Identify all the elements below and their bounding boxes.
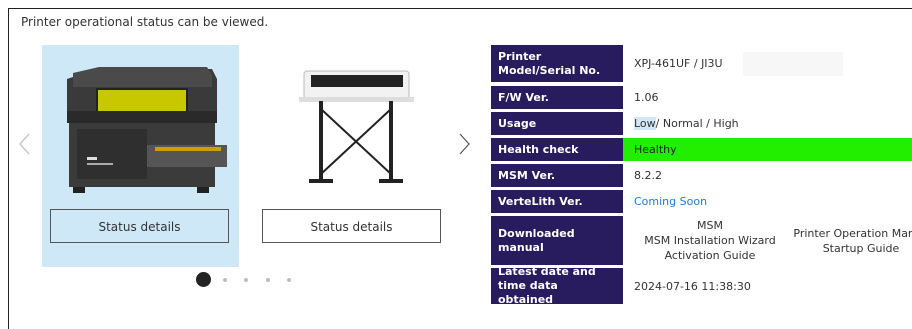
manual-label: Downloaded manual bbox=[491, 216, 623, 265]
chevron-right-icon bbox=[459, 133, 470, 155]
usage-rest: / Normal / High bbox=[655, 117, 739, 130]
page-dot-3[interactable] bbox=[244, 278, 248, 282]
page-dot-1[interactable] bbox=[196, 272, 211, 287]
usage-label: Usage bbox=[491, 112, 623, 135]
intro-text: Printer operational status can be viewed… bbox=[21, 15, 269, 29]
page-dot-4[interactable] bbox=[266, 278, 270, 282]
page-dot-2[interactable] bbox=[223, 278, 227, 282]
info-row-vertelith: VerteLith Ver. Coming Soon bbox=[491, 190, 912, 213]
status-details-button[interactable]: Status details bbox=[262, 209, 441, 243]
info-row-date: Latest date and time data obtained 2024-… bbox=[491, 265, 912, 306]
printer-card-2[interactable]: Status details bbox=[254, 45, 451, 267]
health-label: Health check bbox=[491, 138, 623, 161]
carousel-prev-button[interactable] bbox=[18, 133, 32, 155]
manual-column-1: MSM MSM Installation Wizard Activation G… bbox=[635, 218, 785, 263]
model-value: XPJ-461UF / JI3U bbox=[623, 45, 912, 82]
roll-printer-image bbox=[299, 70, 414, 183]
chevron-left-icon bbox=[19, 133, 30, 155]
manual-link[interactable]: MSM bbox=[697, 218, 723, 233]
coming-soon-link[interactable]: Coming Soon bbox=[634, 195, 707, 208]
fw-label: F/W Ver. bbox=[491, 86, 623, 109]
info-row-manual: Downloaded manual MSM MSM Installation W… bbox=[491, 216, 912, 265]
manual-link[interactable]: MSM Installation Wizard bbox=[644, 233, 775, 248]
model-serial-text: XPJ-461UF / JI3U bbox=[634, 57, 723, 70]
vertelith-label: VerteLith Ver. bbox=[491, 190, 623, 213]
info-row-usage: Usage Low / Normal / High bbox=[491, 112, 912, 135]
info-row-model: Printer Model/Serial No. XPJ-461UF / JI3… bbox=[491, 45, 912, 82]
manual-link[interactable]: Startup Guide bbox=[823, 241, 900, 256]
page-dot-5[interactable] bbox=[287, 278, 291, 282]
usage-value: Low / Normal / High bbox=[623, 112, 912, 135]
info-row-health: Health check Healthy bbox=[491, 138, 912, 161]
manual-column-2: Printer Operation Manua Startup Guide bbox=[791, 226, 912, 256]
redacted-block bbox=[742, 51, 843, 76]
printer-card-1[interactable]: Status details bbox=[42, 45, 239, 267]
manual-value: MSM MSM Installation Wizard Activation G… bbox=[623, 216, 912, 265]
flatbed-printer-image bbox=[47, 49, 234, 199]
info-row-fw: F/W Ver. 1.06 bbox=[491, 86, 912, 109]
usage-low: Low bbox=[634, 117, 656, 130]
msm-value: 8.2.2 bbox=[634, 169, 662, 182]
model-label: Printer Model/Serial No. bbox=[491, 45, 623, 82]
fw-value: 1.06 bbox=[634, 91, 659, 104]
status-details-button[interactable]: Status details bbox=[50, 209, 229, 243]
carousel-next-button[interactable] bbox=[458, 133, 472, 155]
date-label: Latest date and time data obtained bbox=[491, 265, 623, 306]
manual-link[interactable]: Activation Guide bbox=[665, 248, 756, 263]
msm-label: MSM Ver. bbox=[491, 164, 623, 187]
date-value: 2024-07-16 11:38:30 bbox=[634, 279, 751, 293]
info-row-msm: MSM Ver. 8.2.2 bbox=[491, 164, 912, 187]
vertelith-value: Coming Soon bbox=[623, 190, 912, 213]
manual-link[interactable]: Printer Operation Manua bbox=[793, 226, 912, 241]
health-value: Healthy bbox=[623, 138, 912, 161]
